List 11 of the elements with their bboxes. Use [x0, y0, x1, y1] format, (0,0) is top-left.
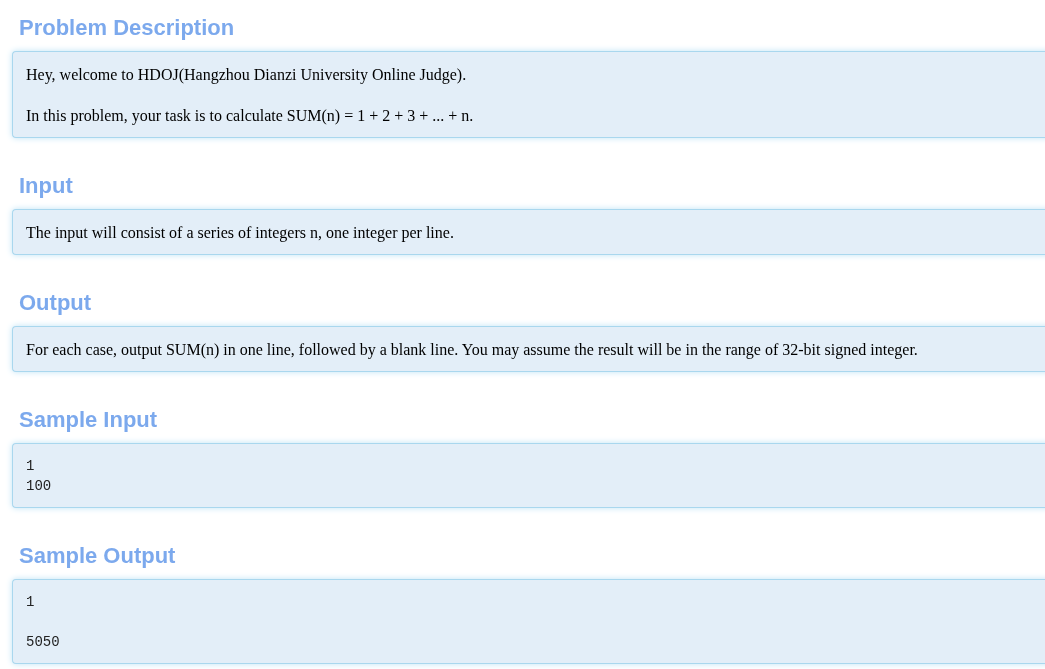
paragraph: Hey, welcome to HDOJ(Hangzhou Dianzi University Online Judge).: [26, 65, 467, 86]
paragraph: The input will consist of a series of integers n, one integer per line.: [26, 223, 454, 244]
section-heading: Output: [19, 289, 92, 317]
paragraph: In this problem, your task is to calculate SUM(n) = 1 + 2 + 3 + ... + n.: [26, 106, 474, 127]
paragraph: For each case, output SUM(n) in one line, followed by a blank line. You may assume the result will be in the range of 32-bit signed integer.: [26, 340, 918, 361]
code-text: 1 5050: [26, 593, 60, 652]
section-heading: Sample Output: [19, 542, 176, 570]
section-heading: Problem Description: [19, 14, 235, 42]
section-heading: Sample Input: [19, 406, 158, 434]
code-text: 1 100: [26, 457, 52, 496]
section-heading: Input: [19, 172, 73, 200]
